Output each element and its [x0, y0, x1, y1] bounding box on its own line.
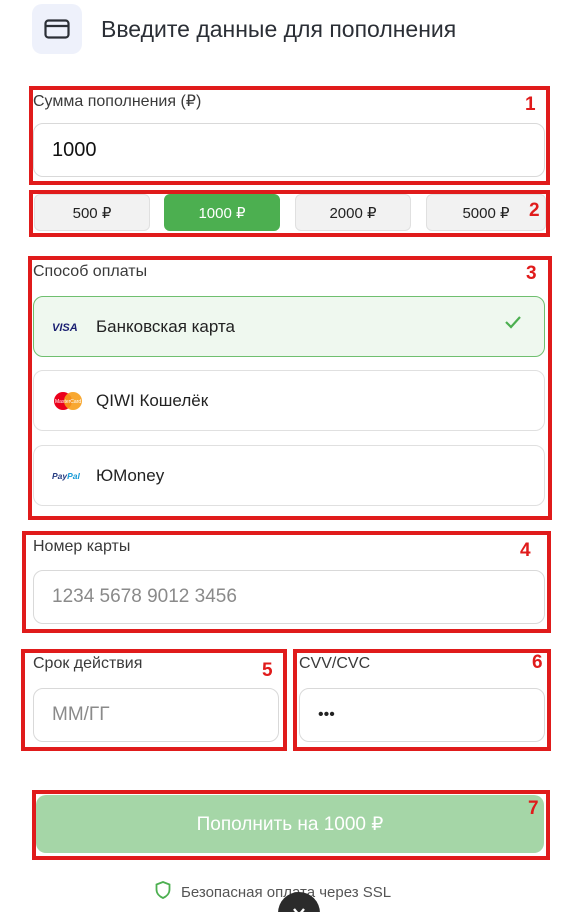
annotation-number-7: 7 — [528, 798, 539, 819]
annotation-number-3: 3 — [526, 263, 537, 284]
page-title: Введите данные для пополнения — [101, 15, 457, 42]
annotation-box-2 — [29, 190, 550, 237]
annotation-box-3 — [28, 256, 552, 520]
annotation-box-6 — [293, 649, 551, 751]
shield-icon — [155, 881, 171, 903]
annotation-number-5: 5 — [262, 660, 273, 681]
page-header: Введите данные для пополнения — [32, 4, 456, 54]
annotation-number-4: 4 — [520, 540, 531, 561]
secure-payment-note: Безопасная оплата через SSL — [155, 881, 391, 903]
annotation-box-5 — [21, 649, 287, 751]
annotation-box-1 — [29, 86, 550, 185]
annotation-box-4 — [22, 531, 551, 633]
annotation-number-6: 6 — [532, 652, 543, 673]
credit-card-icon — [32, 4, 82, 54]
annotation-number-2: 2 — [529, 200, 540, 221]
annotation-box-7 — [32, 790, 550, 860]
annotation-number-1: 1 — [525, 94, 536, 115]
chevron-down-icon — [292, 904, 306, 912]
